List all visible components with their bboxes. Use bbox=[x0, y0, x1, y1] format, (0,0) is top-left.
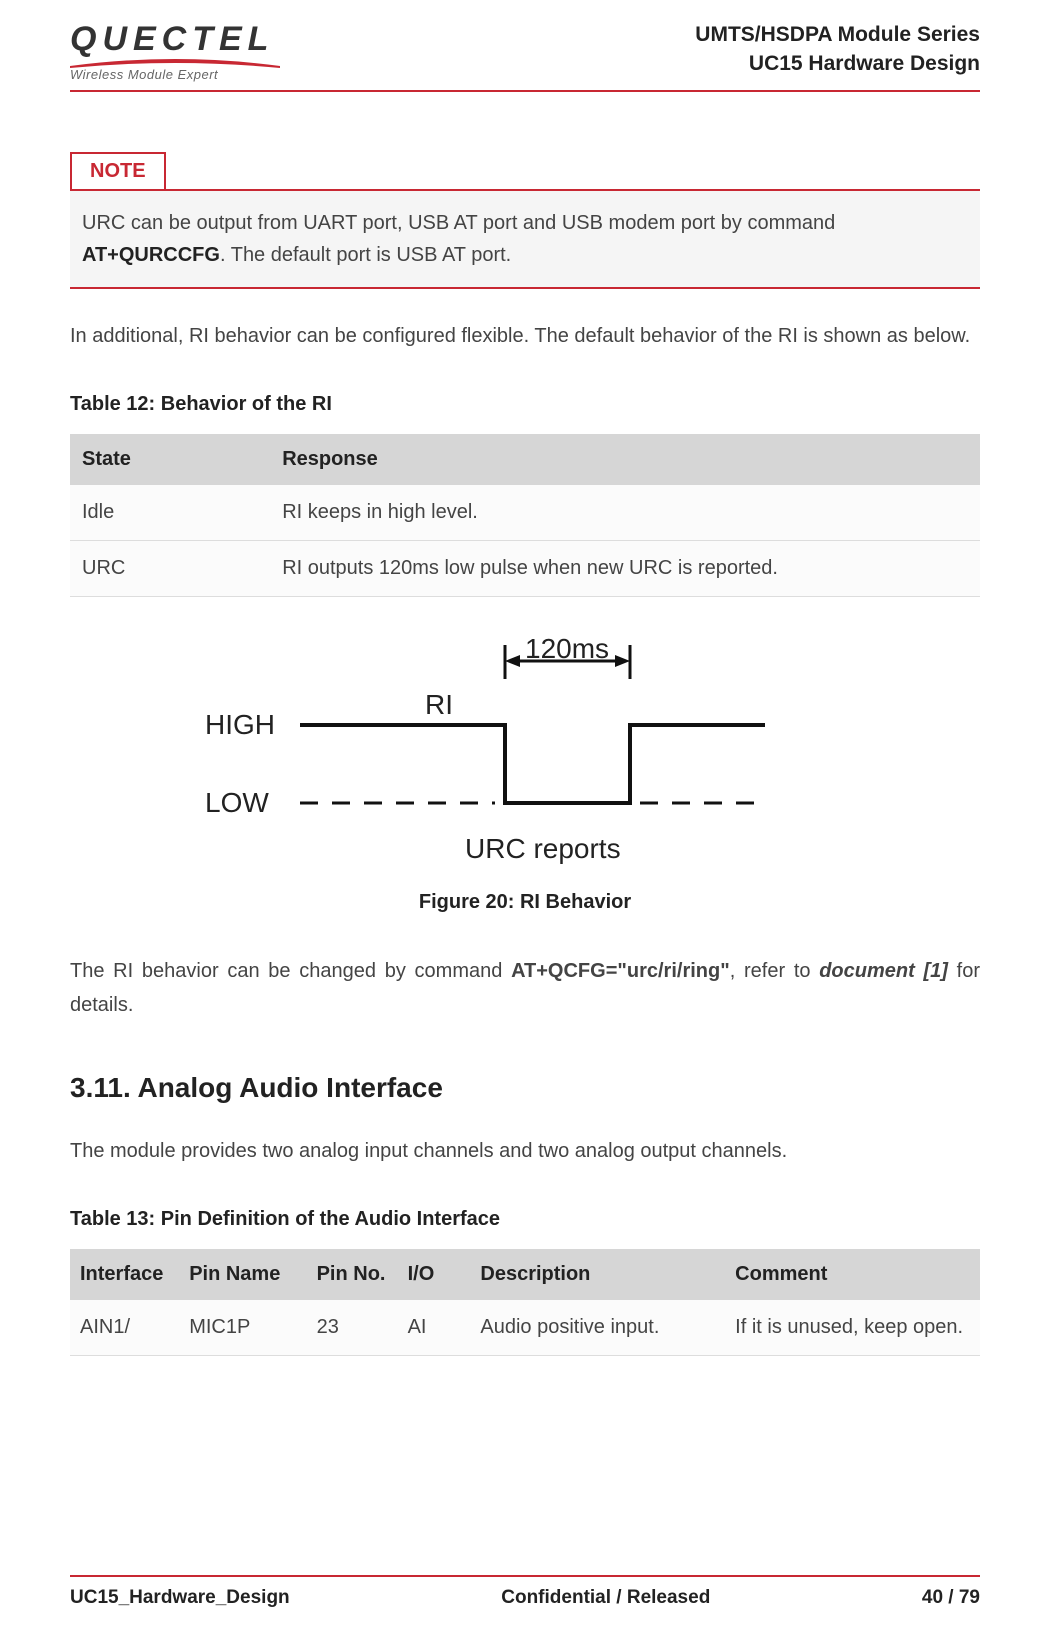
table-audio-interface: Interface Pin Name Pin No. I/O Descripti… bbox=[70, 1249, 980, 1356]
note-body: URC can be output from UART port, USB AT… bbox=[70, 189, 980, 289]
table12-caption: Table 12: Behavior of the RI bbox=[70, 393, 980, 416]
txt-ref: document [1] bbox=[819, 960, 948, 982]
cell-state: URC bbox=[70, 541, 270, 597]
table-ri-behavior: State Response Idle RI keeps in high lev… bbox=[70, 434, 980, 597]
cell-io: AI bbox=[398, 1300, 471, 1356]
label-low: LOW bbox=[205, 787, 269, 819]
header-doc-title: UC15 Hardware Design bbox=[695, 49, 980, 78]
th-state: State bbox=[70, 434, 270, 485]
section-3-11-heading: 3.11. Analog Audio Interface bbox=[70, 1072, 980, 1104]
note-cmd: AT+QURCCFG bbox=[82, 244, 220, 266]
figure-caption: Figure 20: RI Behavior bbox=[70, 891, 980, 914]
cell-pin-name: MIC1P bbox=[179, 1300, 306, 1356]
th-comment: Comment bbox=[725, 1249, 980, 1300]
th-pin-name: Pin Name bbox=[179, 1249, 306, 1300]
label-urc-reports: URC reports bbox=[465, 833, 621, 865]
table13-caption: Table 13: Pin Definition of the Audio In… bbox=[70, 1208, 980, 1231]
figure-ri-behavior: 120ms RI HIGH LOW URC reports bbox=[70, 633, 980, 873]
note-box: NOTE URC can be output from UART port, U… bbox=[70, 152, 980, 289]
note-text-pre: URC can be output from UART port, USB AT… bbox=[82, 212, 835, 234]
cell-state: Idle bbox=[70, 485, 270, 541]
cell-description: Audio positive input. bbox=[470, 1300, 725, 1356]
cell-interface: AIN1/ bbox=[70, 1300, 179, 1356]
txt-mid: , refer to bbox=[730, 960, 820, 982]
footer-right: 40 / 79 bbox=[922, 1587, 980, 1609]
th-pin-no: Pin No. bbox=[307, 1249, 398, 1300]
label-high: HIGH bbox=[205, 709, 275, 741]
th-io: I/O bbox=[398, 1249, 471, 1300]
logo-swoosh-icon bbox=[70, 55, 280, 65]
label-120ms: 120ms bbox=[525, 633, 609, 665]
cell-response: RI keeps in high level. bbox=[270, 485, 980, 541]
page-header: QUECTEL Wireless Module Expert UMTS/HSDP… bbox=[70, 20, 980, 92]
cell-comment: If it is unused, keep open. bbox=[725, 1300, 980, 1356]
txt-pre: The RI behavior can be changed by comman… bbox=[70, 960, 511, 982]
footer-center: Confidential / Released bbox=[501, 1587, 710, 1609]
label-ri: RI bbox=[425, 689, 453, 721]
th-response: Response bbox=[270, 434, 980, 485]
paragraph-audio-intro: The module provides two analog input cha… bbox=[70, 1134, 980, 1168]
txt-cmd: AT+QCFG="urc/ri/ring" bbox=[511, 960, 730, 982]
page-footer: UC15_Hardware_Design Confidential / Rele… bbox=[70, 1575, 980, 1609]
paragraph-additional: In additional, RI behavior can be config… bbox=[70, 319, 980, 353]
table-row: Idle RI keeps in high level. bbox=[70, 485, 980, 541]
table-row: AIN1/ MIC1P 23 AI Audio positive input. … bbox=[70, 1300, 980, 1356]
th-description: Description bbox=[470, 1249, 725, 1300]
logo-block: QUECTEL Wireless Module Expert bbox=[70, 20, 280, 82]
paragraph-ri-change: The RI behavior can be changed by comman… bbox=[70, 954, 980, 1022]
footer-left: UC15_Hardware_Design bbox=[70, 1587, 290, 1609]
brand-logo-text: QUECTEL bbox=[70, 20, 280, 59]
table-row: URC RI outputs 120ms low pulse when new … bbox=[70, 541, 980, 597]
cell-pin-no: 23 bbox=[307, 1300, 398, 1356]
header-right: UMTS/HSDPA Module Series UC15 Hardware D… bbox=[695, 20, 980, 79]
note-text-post: . The default port is USB AT port. bbox=[220, 244, 511, 266]
brand-tagline: Wireless Module Expert bbox=[70, 67, 280, 82]
header-series: UMTS/HSDPA Module Series bbox=[695, 20, 980, 49]
th-interface: Interface bbox=[70, 1249, 179, 1300]
note-label: NOTE bbox=[70, 152, 166, 191]
cell-response: RI outputs 120ms low pulse when new URC … bbox=[270, 541, 980, 597]
